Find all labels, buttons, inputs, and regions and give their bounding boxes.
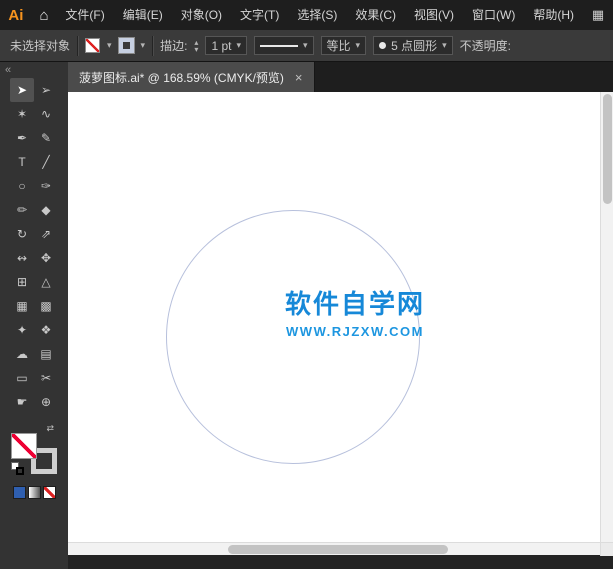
- proportional-label: 等比: [327, 37, 351, 54]
- body-row: « ➤ ➢ ✶ ∿ ✒ ✎ T ╱ ○ ✑ ✏ ◆ ↻ ⇗ ↭ ✥ ⊞ △ ▦ …: [0, 62, 613, 569]
- rotate-tool[interactable]: ↻: [10, 222, 34, 246]
- brush-definition-field[interactable]: 5 点圆形 ▾: [373, 36, 453, 55]
- none-button[interactable]: [43, 486, 56, 499]
- color-button[interactable]: [13, 486, 26, 499]
- separator: [152, 36, 153, 56]
- brush-definition-value: 5 点圆形: [391, 37, 437, 54]
- line-segment-tool[interactable]: ╱: [34, 150, 58, 174]
- canvas[interactable]: 软件自学网 WWW.RJZXW.COM: [68, 92, 600, 542]
- blend-tool[interactable]: ❖: [34, 318, 58, 342]
- menu-select[interactable]: 选择(S): [288, 0, 346, 30]
- menu-help[interactable]: 帮助(H): [524, 0, 583, 30]
- selection-tool[interactable]: ➤: [10, 78, 34, 102]
- zoom-tool[interactable]: ⊕: [34, 390, 58, 414]
- type-tool[interactable]: T: [10, 150, 34, 174]
- lasso-tool[interactable]: ∿: [34, 102, 58, 126]
- menu-object[interactable]: 对象(O): [172, 0, 231, 30]
- gradient-tool[interactable]: ▩: [34, 294, 58, 318]
- document-tab-title: 菠萝图标.ai* @ 168.59% (CMYK/预览): [79, 69, 284, 86]
- vertical-scrollbar[interactable]: [600, 92, 613, 542]
- eyedropper-tool[interactable]: ✦: [10, 318, 34, 342]
- pencil-tool[interactable]: ✏: [10, 198, 34, 222]
- artboard-tool[interactable]: ▭: [10, 366, 34, 390]
- watermark-url: WWW.RJZXW.COM: [285, 324, 425, 339]
- work-area: 软件自学网 WWW.RJZXW.COM: [68, 92, 613, 542]
- default-fill-stroke-icon[interactable]: [11, 462, 24, 475]
- symbol-sprayer-tool[interactable]: ☁: [10, 342, 34, 366]
- menu-edit[interactable]: 编辑(E): [114, 0, 172, 30]
- workspace-switcher-icon[interactable]: ▦: [583, 7, 613, 23]
- stroke-weight-field[interactable]: 1 pt ▾: [205, 36, 247, 55]
- width-tool[interactable]: ↭: [10, 246, 34, 270]
- menu-type[interactable]: 文字(T): [231, 0, 288, 30]
- swap-fill-stroke-icon[interactable]: ⇄: [46, 423, 54, 434]
- stroke-dropdown-icon[interactable]: ▾: [141, 40, 146, 51]
- brush-dropdown-icon[interactable]: ▾: [442, 40, 447, 51]
- status-bar: [68, 555, 613, 569]
- tools-panel: « ➤ ➢ ✶ ∿ ✒ ✎ T ╱ ○ ✑ ✏ ◆ ↻ ⇗ ↭ ✥ ⊞ △ ▦ …: [0, 62, 68, 569]
- paintbrush-tool[interactable]: ✑: [34, 174, 58, 198]
- no-selection-label: 未选择对象: [10, 37, 70, 54]
- eraser-tool[interactable]: ◆: [34, 198, 58, 222]
- slice-tool[interactable]: ✂: [34, 366, 58, 390]
- vertical-scrollbar-thumb[interactable]: [603, 94, 612, 204]
- menu-view[interactable]: 视图(V): [405, 0, 463, 30]
- stroke-weight-label: 描边:: [160, 37, 187, 54]
- free-transform-tool[interactable]: ✥: [34, 246, 58, 270]
- menu-effect[interactable]: 效果(C): [346, 0, 405, 30]
- stroke-color-swatch[interactable]: [119, 38, 134, 53]
- proportional-dropdown-icon[interactable]: ▾: [356, 40, 361, 51]
- shape-builder-tool[interactable]: ⊞: [10, 270, 34, 294]
- fill-color-swatch[interactable]: [85, 38, 100, 53]
- home-icon[interactable]: ⌂: [32, 7, 57, 24]
- horizontal-scrollbar[interactable]: [68, 542, 613, 555]
- color-mode-buttons: [13, 486, 56, 499]
- control-bar: 未选择对象 ▾ ▾ 描边: ▴ ▾ 1 pt ▾ ▾ 等比 ▾ 5 点圆形 ▾ …: [0, 30, 613, 62]
- fill-stroke-widget: ⇄: [11, 426, 57, 474]
- illustrator-logo-icon: Ai: [0, 7, 32, 24]
- pen-tool[interactable]: ✒: [10, 126, 34, 150]
- stroke-weight-value: 1 pt: [211, 39, 231, 53]
- menu-file[interactable]: 文件(F): [56, 0, 113, 30]
- stroke-weight-stepper[interactable]: ▴ ▾: [194, 39, 198, 53]
- menu-window[interactable]: 窗口(W): [463, 0, 524, 30]
- gradient-button[interactable]: [28, 486, 41, 499]
- horizontal-scrollbar-thumb[interactable]: [228, 545, 448, 554]
- document-area: 菠萝图标.ai* @ 168.59% (CMYK/预览) × 软件自学网 WWW…: [68, 62, 613, 569]
- brush-preview-icon: [379, 42, 386, 49]
- mesh-tool[interactable]: ▦: [10, 294, 34, 318]
- width-profile-dropdown-icon[interactable]: ▾: [303, 40, 308, 51]
- document-tab[interactable]: 菠萝图标.ai* @ 168.59% (CMYK/预览) ×: [68, 62, 315, 92]
- opacity-label: 不透明度:: [460, 37, 511, 54]
- collapse-panel-button[interactable]: «: [0, 62, 16, 76]
- scrollbar-corner: [600, 543, 613, 556]
- hand-tool[interactable]: ☛: [10, 390, 34, 414]
- document-tab-bar: 菠萝图标.ai* @ 168.59% (CMYK/预览) ×: [68, 62, 613, 92]
- watermark-title: 软件自学网: [285, 284, 425, 321]
- fill-dropdown-icon[interactable]: ▾: [107, 40, 112, 51]
- width-profile-preview-icon: [260, 45, 298, 47]
- step-down-icon[interactable]: ▾: [194, 46, 198, 53]
- separator: [77, 36, 78, 56]
- scale-tool[interactable]: ⇗: [34, 222, 58, 246]
- curvature-tool[interactable]: ✎: [34, 126, 58, 150]
- close-tab-icon[interactable]: ×: [295, 70, 303, 85]
- stroke-weight-dropdown-icon[interactable]: ▾: [236, 40, 241, 51]
- watermark: 软件自学网 WWW.RJZXW.COM: [285, 284, 425, 339]
- fill-color-indicator[interactable]: [11, 433, 37, 459]
- variable-width-profile-field[interactable]: ▾: [254, 36, 314, 55]
- ellipse-tool[interactable]: ○: [10, 174, 34, 198]
- column-graph-tool[interactable]: ▤: [34, 342, 58, 366]
- menu-bar: Ai ⌂ 文件(F) 编辑(E) 对象(O) 文字(T) 选择(S) 效果(C)…: [0, 0, 613, 30]
- magic-wand-tool[interactable]: ✶: [10, 102, 34, 126]
- tools-grid: ➤ ➢ ✶ ∿ ✒ ✎ T ╱ ○ ✑ ✏ ◆ ↻ ⇗ ↭ ✥ ⊞ △ ▦ ▩ …: [10, 78, 58, 414]
- proportional-field[interactable]: 等比 ▾: [321, 36, 367, 55]
- perspective-grid-tool[interactable]: △: [34, 270, 58, 294]
- direct-selection-tool[interactable]: ➢: [34, 78, 58, 102]
- default-stroke-icon: [16, 467, 24, 475]
